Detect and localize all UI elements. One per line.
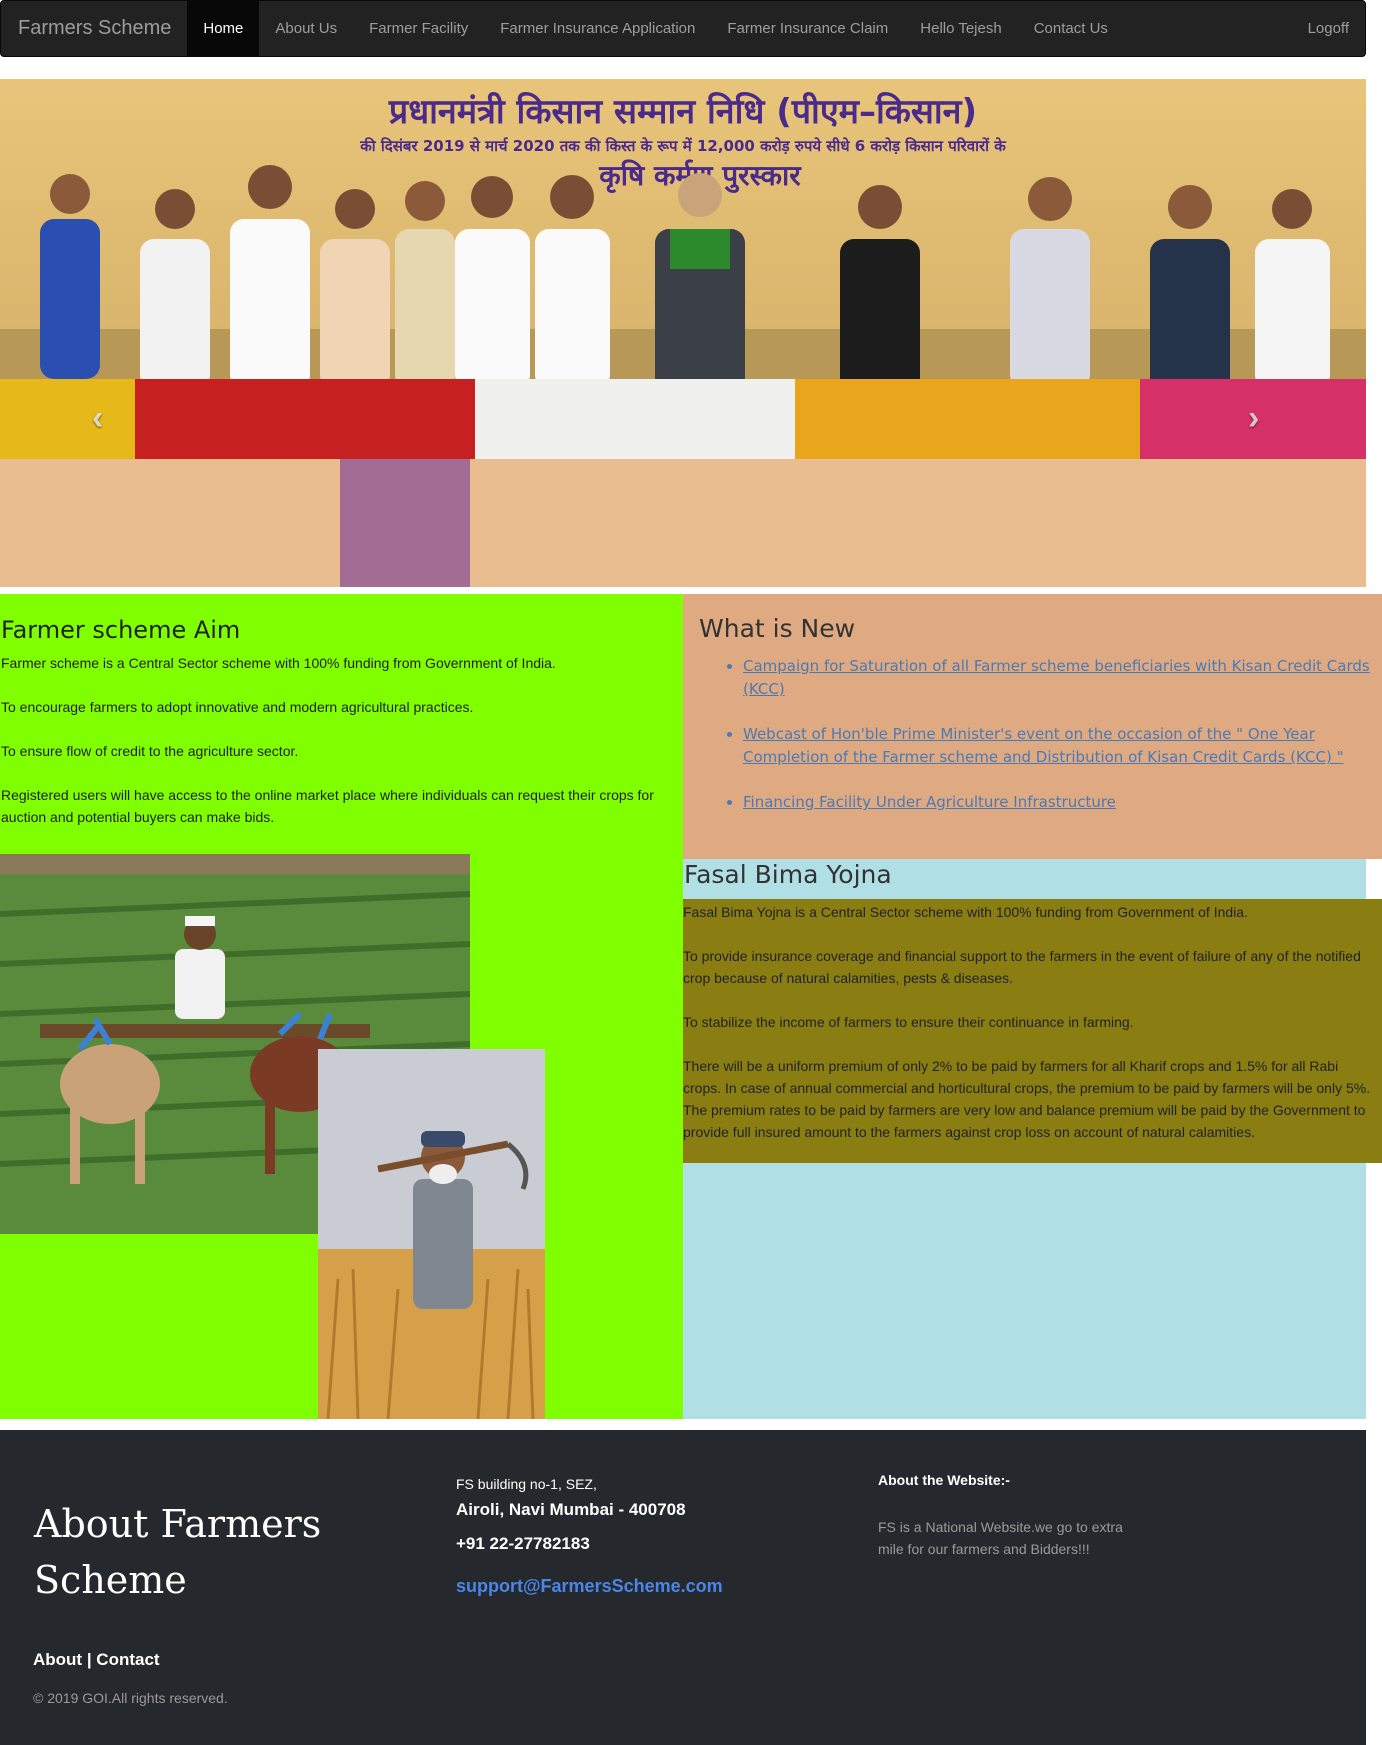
nav-contact-us[interactable]: Contact Us	[1018, 1, 1124, 56]
nav-hello-user[interactable]: Hello Tejesh	[904, 1, 1017, 56]
carousel-prev-icon[interactable]: ‹	[92, 399, 103, 438]
footer-address-line-1: FS building no-1, SEZ,	[456, 1476, 597, 1492]
top-navbar: Farmers Scheme Home About Us Farmer Faci…	[0, 0, 1366, 57]
nav-about-us[interactable]: About Us	[259, 1, 353, 56]
footer-about-heading: About the Website:-	[878, 1472, 1010, 1488]
footer: About Farmers Scheme About | Contact © 2…	[0, 1430, 1366, 1745]
fasal-title: Fasal Bima Yojna	[684, 860, 892, 889]
news-link-kcc-campaign[interactable]: Campaign for Saturation of all Farmer sc…	[743, 657, 1370, 698]
footer-phone: +91 22-27782183	[456, 1534, 590, 1553]
aim-paragraph-2: To encourage farmers to adopt innovative…	[1, 699, 474, 715]
carousel-next-icon[interactable]: ›	[1248, 399, 1259, 438]
footer-address-line-2: Airoli, Navi Mumbai - 400708	[456, 1500, 686, 1519]
fasal-text-block: Fasal Bima Yojna is a Central Sector sch…	[683, 899, 1382, 1163]
page: Farmers Scheme Home About Us Farmer Faci…	[0, 0, 1382, 1745]
news-link-webcast[interactable]: Webcast of Hon'ble Prime Minister's even…	[743, 725, 1343, 766]
logoff-link[interactable]: Logoff	[1292, 1, 1365, 56]
carousel-slide-image: प्रधानमंत्री किसान सम्मान निधि (पीएम–किस…	[0, 79, 1366, 587]
whats-new-section: What is New Campaign for Saturation of a…	[683, 594, 1382, 859]
footer-copyright: © 2019 GOI.All rights reserved.	[33, 1690, 228, 1706]
brand-link[interactable]: Farmers Scheme	[1, 1, 187, 56]
fasal-paragraph-2: To provide insurance coverage and financ…	[683, 948, 1361, 986]
banner-line-1: प्रधानमंत्री किसान सम्मान निधि (पीएम–किस…	[388, 91, 977, 132]
nav-farmer-insurance-claim[interactable]: Farmer Insurance Claim	[711, 1, 904, 56]
farmer-wheat-image	[318, 1049, 545, 1419]
footer-email-link[interactable]: support@FarmersScheme.com	[456, 1576, 723, 1597]
flower-garlands	[0, 379, 1366, 587]
fasal-bima-section: Fasal Bima Yojna Fasal Bima Yojna is a C…	[683, 859, 1382, 1419]
footer-about-text: FS is a National Website.we go to extra …	[878, 1519, 1123, 1557]
hero-carousel: प्रधानमंत्री किसान सम्मान निधि (पीएम–किस…	[0, 79, 1366, 587]
aim-paragraph-3: To ensure flow of credit to the agricult…	[1, 743, 299, 759]
footer-title: About Farmers Scheme	[34, 1502, 322, 1602]
fasal-paragraph-1: Fasal Bima Yojna is a Central Sector sch…	[683, 904, 1248, 920]
aim-section: Farmer scheme Aim Farmer scheme is a Cen…	[0, 594, 683, 1419]
whats-new-title: What is New	[699, 614, 856, 643]
news-item: Financing Facility Under Agriculture Inf…	[743, 791, 1379, 814]
news-item: Webcast of Hon'ble Prime Minister's even…	[743, 723, 1379, 769]
nav-farmer-insurance-application[interactable]: Farmer Insurance Application	[484, 1, 711, 56]
fasal-paragraph-3: To stabilize the income of farmers to en…	[683, 1014, 1134, 1030]
news-item: Campaign for Saturation of all Farmer sc…	[743, 655, 1379, 701]
banner-line-2: की दिसंबर 2019 से मार्च 2020 तक की किस्त…	[359, 137, 1007, 155]
aim-title: Farmer scheme Aim	[1, 616, 241, 644]
aim-paragraph-4: Registered users will have access to the…	[1, 787, 654, 825]
aim-paragraph-1: Farmer scheme is a Central Sector scheme…	[1, 655, 556, 671]
news-list: Campaign for Saturation of all Farmer sc…	[699, 655, 1379, 814]
nav-farmer-facility[interactable]: Farmer Facility	[353, 1, 484, 56]
footer-links[interactable]: About | Contact	[33, 1650, 160, 1670]
nav-home[interactable]: Home	[187, 1, 260, 56]
fasal-paragraph-4: There will be a uniform premium of only …	[683, 1058, 1371, 1140]
news-link-financing-facility[interactable]: Financing Facility Under Agriculture Inf…	[743, 793, 1116, 811]
